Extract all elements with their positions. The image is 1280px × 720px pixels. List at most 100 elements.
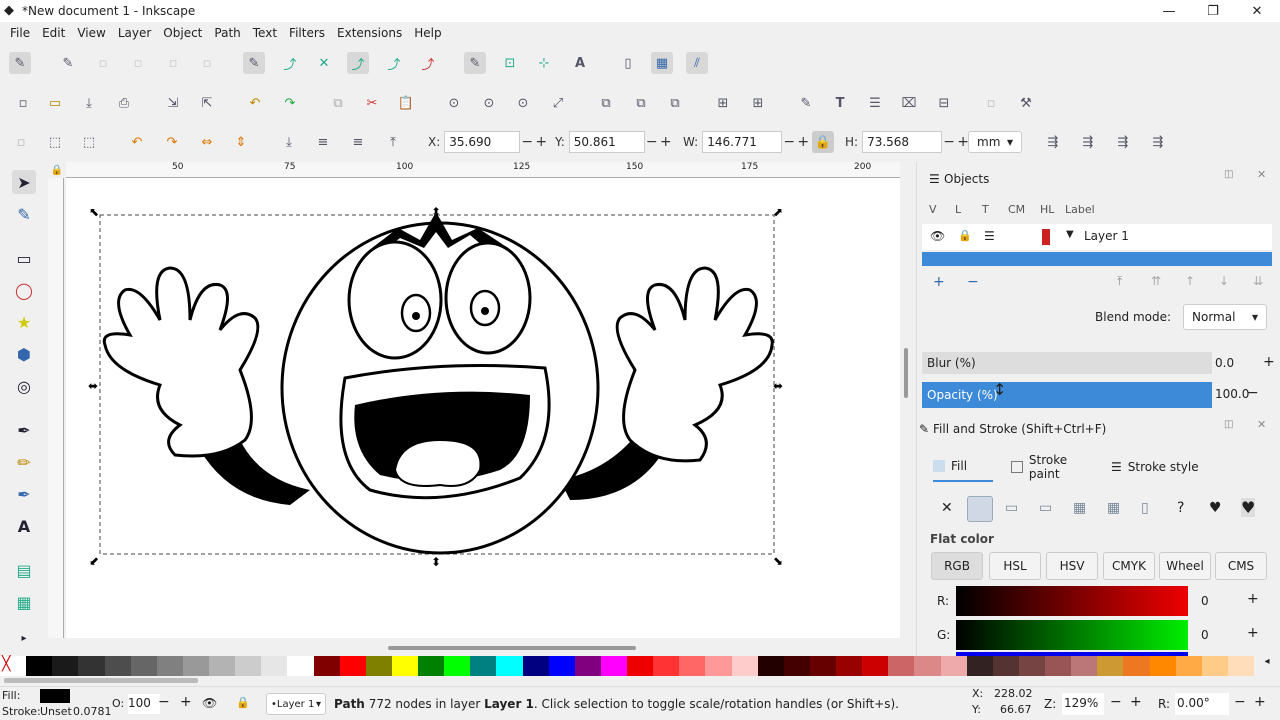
opacity-decrement-button[interactable]: − — [1247, 385, 1259, 401]
col-label[interactable]: Label — [1065, 203, 1095, 216]
color-swatch[interactable] — [914, 656, 941, 676]
star-tool-icon[interactable]: ★ — [12, 310, 36, 334]
mode-cms[interactable]: CMS — [1215, 552, 1267, 580]
color-swatch[interactable] — [731, 656, 758, 676]
g-value[interactable]: 0 — [1201, 628, 1209, 642]
lock-proportions-icon[interactable]: 🔒 — [812, 131, 834, 153]
snap-text-baseline-icon[interactable]: A — [569, 52, 591, 74]
remove-layer-button[interactable]: − — [967, 274, 979, 290]
minimize-button[interactable]: — — [1146, 0, 1192, 22]
align-distribute-icon[interactable]: ⊟ — [933, 92, 955, 114]
color-swatch[interactable] — [209, 656, 236, 676]
blur-value[interactable]: 0.0 — [1215, 356, 1234, 370]
bezier-tool-icon[interactable]: ✒ — [12, 418, 36, 442]
unlink-clone-icon[interactable]: ⧉ — [664, 92, 686, 114]
ellipse-tool-icon[interactable]: ◯ — [12, 278, 36, 302]
color-swatch[interactable] — [235, 656, 262, 676]
color-swatch[interactable] — [444, 656, 471, 676]
panel-close-button[interactable]: ✕ — [1257, 418, 1266, 431]
preferences-icon[interactable]: ▫ — [980, 92, 1002, 114]
current-layer-select[interactable]: •Layer 1 ▾ — [266, 693, 326, 715]
palette-scrollbar[interactable] — [4, 678, 198, 683]
blur-increment-button[interactable]: + — [1263, 354, 1275, 370]
x-decrement-button[interactable]: − — [520, 134, 534, 150]
snap-bbox-edge-icon[interactable]: ▫ — [92, 52, 114, 74]
xml-editor-icon[interactable]: ⌧ — [898, 92, 920, 114]
snap-path-icon[interactable]: ⤴ — [279, 52, 301, 74]
text-tool-icon[interactable]: A — [12, 514, 36, 538]
menu-path[interactable]: Path — [208, 26, 246, 40]
color-swatch[interactable] — [130, 656, 157, 676]
snap-smooth-icon[interactable]: ⤴ — [383, 52, 405, 74]
color-swatch[interactable] — [522, 656, 549, 676]
color-swatch[interactable] — [757, 656, 784, 676]
node-tool-icon[interactable]: ✎ — [12, 202, 36, 226]
color-swatch[interactable] — [78, 656, 105, 676]
stroke-width[interactable]: 0.0781 — [73, 705, 112, 718]
radial-gradient-button[interactable]: ▭ — [1039, 500, 1052, 516]
snap-bbox-corner-icon[interactable]: ▫ — [127, 52, 149, 74]
add-layer-button[interactable]: + — [933, 274, 945, 290]
snap-cusp-icon[interactable]: ⤴ — [347, 52, 369, 74]
mode-hsv[interactable]: HSV — [1046, 552, 1098, 580]
drawing-canvas[interactable]: ⬉ ⬈ ⬋ ⬊ ⬍ ⬍ ⬌ ⬌ — [66, 178, 900, 638]
opacity-input[interactable]: 100 — [128, 694, 160, 714]
color-swatch[interactable] — [1201, 656, 1228, 676]
x-increment-button[interactable]: + — [534, 134, 548, 150]
scroll-thumb[interactable] — [904, 348, 908, 398]
opacity-decrement-button[interactable]: − — [158, 694, 170, 710]
y-increment-button[interactable]: + — [659, 134, 673, 150]
x-input[interactable]: 35.690 — [444, 131, 521, 153]
select-all-icon[interactable]: ▫ — [10, 131, 32, 153]
mesh-gradient-button[interactable]: ▦ — [1073, 500, 1086, 516]
panel-close-button[interactable]: ✕ — [1257, 168, 1266, 181]
more-tools-icon[interactable]: ▸ — [12, 626, 36, 650]
scale-stroke-icon[interactable]: ⇶ — [1042, 131, 1064, 153]
lock-icon[interactable]: 🔒 — [958, 229, 972, 242]
scale-corners-icon[interactable]: ⇶ — [1077, 131, 1099, 153]
toggle-visibility-icon[interactable]: 👁 — [202, 696, 217, 710]
duplicate-icon[interactable]: ⧉ — [595, 92, 617, 114]
menu-layer[interactable]: Layer — [112, 26, 157, 40]
snap-nodes-icon[interactable]: ✎ — [243, 52, 265, 74]
y-input[interactable]: 50.861 — [568, 131, 645, 153]
menu-extensions[interactable]: Extensions — [331, 26, 408, 40]
menu-help[interactable]: Help — [408, 26, 447, 40]
zoom-width-icon[interactable]: ⤢ — [547, 92, 569, 114]
selector-tool-icon[interactable]: ➤ — [12, 170, 36, 194]
menu-text[interactable]: Text — [247, 26, 283, 40]
new-document-icon[interactable]: ▫ — [12, 92, 34, 114]
color-swatch[interactable] — [992, 656, 1019, 676]
color-swatch[interactable] — [653, 656, 680, 676]
flip-horizontal-icon[interactable]: ⇔ — [196, 131, 218, 153]
rotate-increment-button[interactable]: + — [1254, 694, 1266, 710]
snap-midpoint-icon[interactable]: ⤴ — [417, 52, 439, 74]
menu-object[interactable]: Object — [157, 26, 208, 40]
r-slider[interactable] — [956, 586, 1188, 616]
paste-icon[interactable]: 📋 — [395, 92, 417, 114]
restore-button[interactable]: ❐ — [1190, 0, 1236, 22]
eye-icon[interactable]: 👁 — [930, 229, 945, 243]
cut-icon[interactable]: ✂ — [361, 92, 383, 114]
color-swatch[interactable] — [1123, 656, 1150, 676]
color-swatch[interactable] — [679, 656, 706, 676]
linear-gradient-button[interactable]: ▭ — [1005, 500, 1018, 516]
color-swatch[interactable] — [1175, 656, 1202, 676]
opacity-increment-button[interactable]: + — [180, 694, 192, 710]
unit-select[interactable]: mm ▾ — [968, 131, 1022, 153]
color-swatch[interactable] — [966, 656, 993, 676]
horizontal-scrollbar[interactable] — [388, 646, 636, 650]
selected-object-row[interactable] — [922, 252, 1272, 266]
g-increment-button[interactable]: + — [1247, 625, 1259, 641]
color-swatch[interactable] — [1097, 656, 1124, 676]
rotate-ccw-icon[interactable]: ↶ — [126, 131, 148, 153]
rotation-input[interactable]: 0.00° — [1175, 693, 1229, 715]
h-decrement-button[interactable]: − — [942, 134, 956, 150]
color-swatch[interactable] — [339, 656, 366, 676]
color-swatch[interactable] — [365, 656, 392, 676]
color-swatch[interactable] — [574, 656, 601, 676]
snap-page-border-icon[interactable]: ▯ — [617, 52, 639, 74]
zoom-page-icon[interactable]: ⊙ — [512, 92, 534, 114]
color-swatch[interactable] — [809, 656, 836, 676]
snap-toggle-icon[interactable]: ✎ — [9, 52, 31, 74]
